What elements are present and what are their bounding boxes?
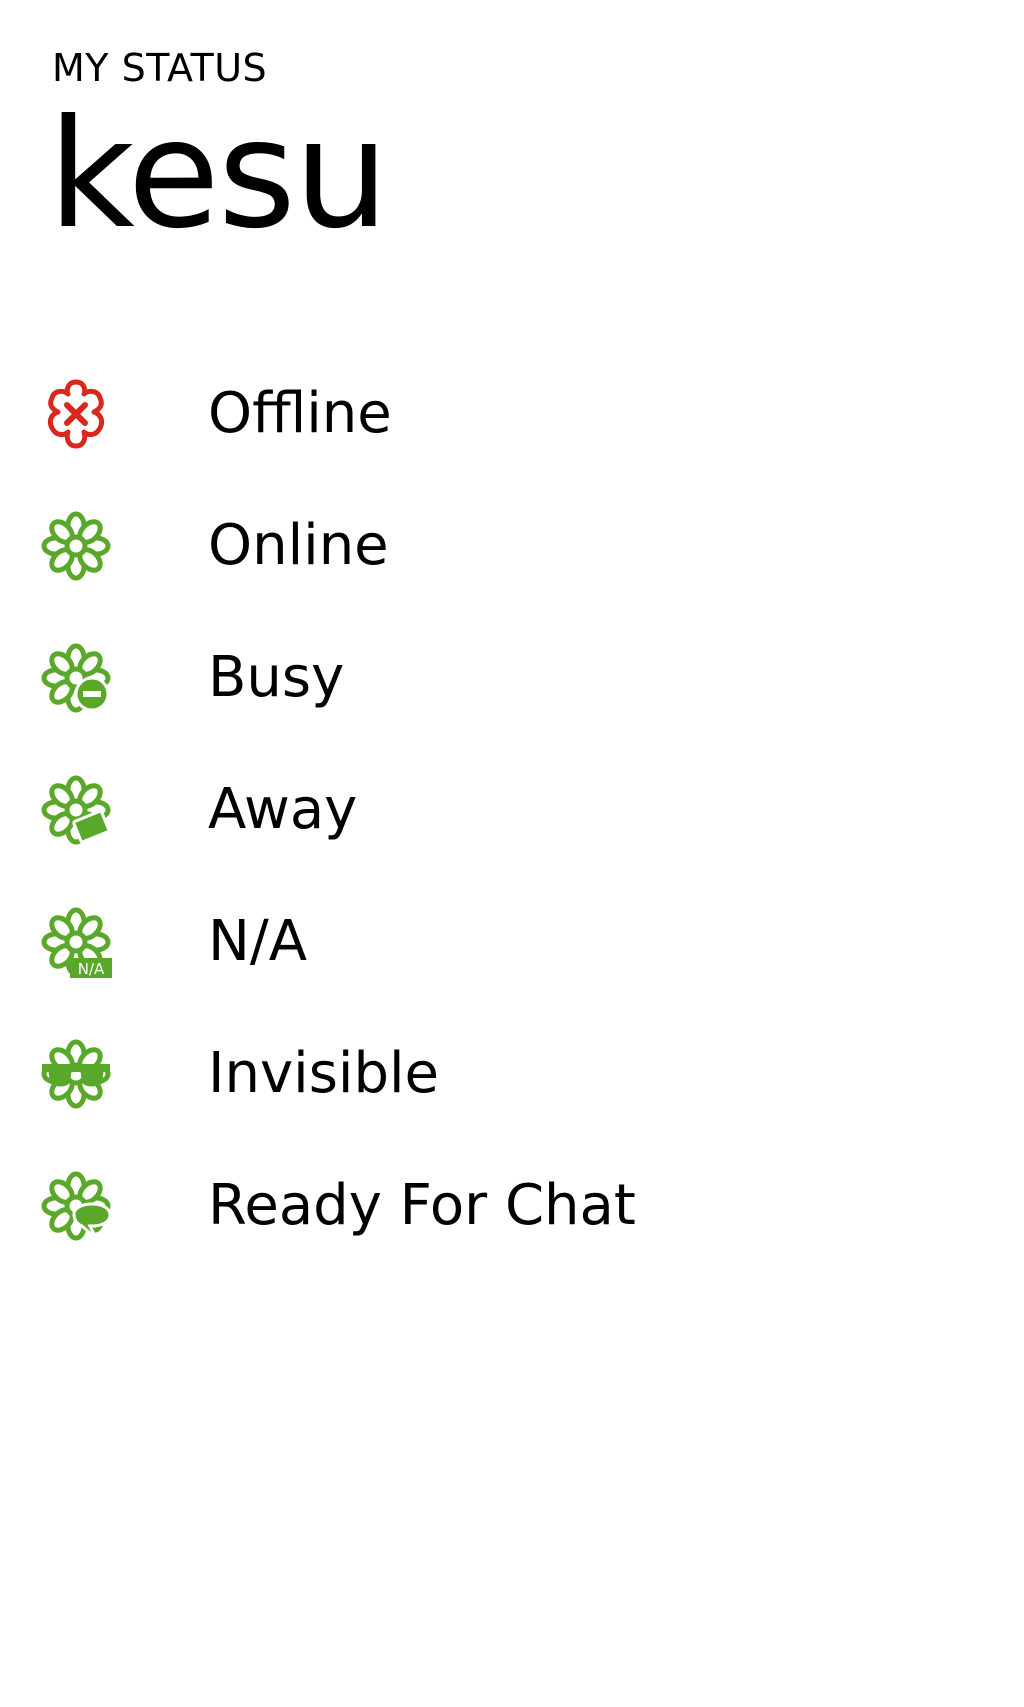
online-flower-icon (40, 510, 112, 582)
status-item-online[interactable]: Online (40, 480, 980, 612)
status-list: Offline Online Busy Away N/A N/A Invisib… (40, 348, 980, 1272)
status-item-na[interactable]: N/A N/A (40, 876, 980, 1008)
offline-flower-icon (40, 378, 112, 450)
status-item-away[interactable]: Away (40, 744, 980, 876)
invisible-flower-icon (40, 1038, 112, 1110)
status-label-offline: Offline (208, 381, 392, 446)
away-flower-icon (40, 774, 112, 846)
status-item-busy[interactable]: Busy (40, 612, 980, 744)
page-title: kesu (48, 88, 389, 262)
status-label-online: Online (208, 513, 389, 578)
page-header: MY STATUS kesu (48, 44, 389, 250)
busy-flower-icon (40, 642, 112, 714)
app-title: MY STATUS (52, 46, 268, 90)
status-label-busy: Busy (208, 645, 345, 710)
status-label-ready-for-chat: Ready For Chat (208, 1173, 636, 1238)
na-flower-icon: N/A (40, 906, 112, 978)
status-label-invisible: Invisible (208, 1041, 439, 1106)
status-label-away: Away (208, 777, 358, 842)
na-badge-text: N/A (78, 960, 105, 978)
status-item-ready-for-chat[interactable]: Ready For Chat (40, 1140, 980, 1272)
status-item-invisible[interactable]: Invisible (40, 1008, 980, 1140)
status-label-na: N/A (208, 909, 308, 974)
ready-for-chat-flower-icon (40, 1170, 112, 1242)
status-item-offline[interactable]: Offline (40, 348, 980, 480)
